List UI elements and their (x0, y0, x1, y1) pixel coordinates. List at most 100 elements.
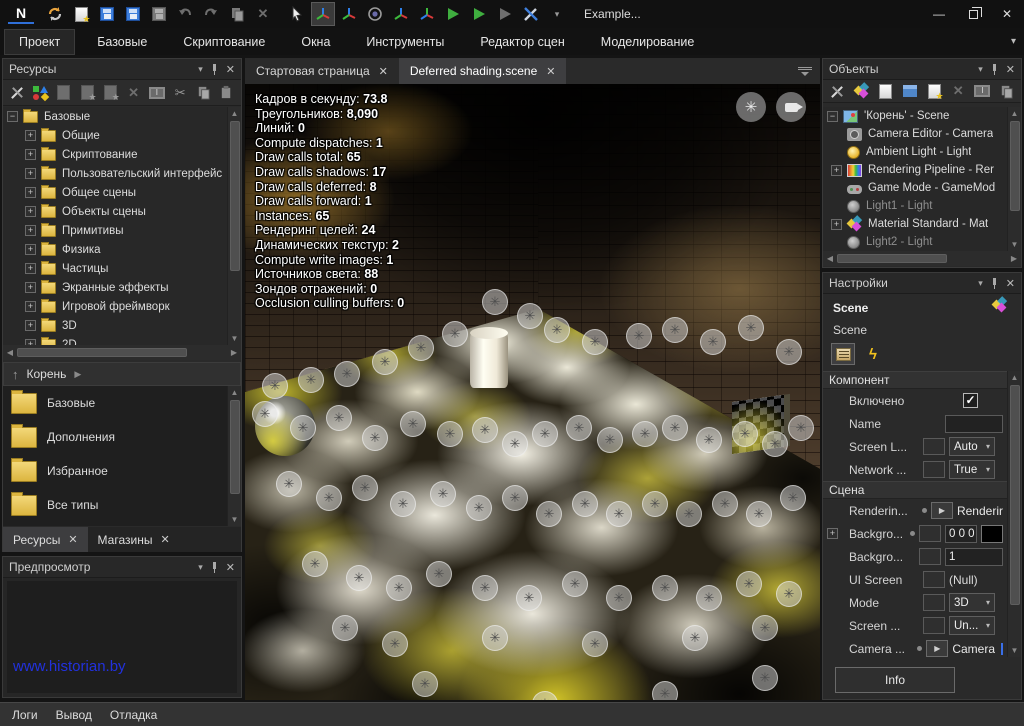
light-gizmo-icon[interactable]: ✳ (696, 427, 722, 453)
tree-row[interactable]: +Объекты сцены (3, 202, 227, 221)
menu-item-базовые[interactable]: Базовые (83, 30, 161, 54)
light-gizmo-icon[interactable]: ✳ (562, 571, 588, 597)
tree-row[interactable]: +Скриптование (3, 145, 227, 164)
expand-icon[interactable]: + (831, 165, 842, 176)
tab-ресурсы[interactable]: Ресурсы✕ (3, 527, 88, 552)
cut-icon[interactable]: ✂ (170, 82, 190, 104)
property-row[interactable]: Mode3D▾ (823, 591, 1021, 614)
property-row[interactable]: Renderin...▶Renderir (823, 499, 1021, 522)
light-gizmo-icon[interactable]: ✳ (400, 411, 426, 437)
light-gizmo-icon[interactable]: ✳ (437, 421, 463, 447)
tree-row[interactable]: −Базовые (3, 107, 227, 126)
events-mode-button[interactable]: ϟ (861, 343, 885, 365)
expand-icon[interactable]: + (25, 168, 36, 179)
scroll-left-icon[interactable]: ◀ (823, 254, 837, 263)
light-gizmo-icon[interactable]: ✳ (676, 501, 702, 527)
light-gizmo-icon[interactable]: ✳ (502, 431, 528, 457)
property-options-button[interactable] (923, 461, 945, 478)
light-gizmo-icon[interactable]: ✳ (352, 475, 378, 501)
tools-icon[interactable] (7, 82, 27, 104)
property-options-button[interactable] (919, 548, 941, 565)
tools-icon[interactable] (827, 80, 848, 102)
light-gizmo-icon[interactable]: ✳ (472, 575, 498, 601)
statusbar-item-вывод[interactable]: Вывод (56, 708, 92, 722)
tree-row[interactable]: Light1 - Light (823, 197, 1007, 215)
property-row[interactable]: Camera ...▶Camera (823, 637, 1021, 657)
light-gizmo-icon[interactable]: ✳ (696, 585, 722, 611)
delete-button[interactable]: ✕ (251, 2, 275, 26)
pin-icon[interactable] (211, 562, 218, 573)
tab-list-menu-icon[interactable] (798, 66, 812, 76)
tab-стартовая-страница[interactable]: Стартовая страница✕ (245, 58, 399, 84)
color-value-input[interactable]: 0 0 0 (945, 525, 977, 543)
expand-icon[interactable]: + (25, 320, 36, 331)
light-gizmo-icon[interactable]: ✳ (788, 415, 814, 441)
scroll-up-icon[interactable]: ▲ (228, 386, 241, 399)
dropdown[interactable]: True▾ (949, 460, 995, 479)
select-tool-button[interactable] (285, 2, 309, 26)
white-cylinder[interactable] (470, 332, 508, 388)
statusbar-item-логи[interactable]: Логи (12, 708, 38, 722)
expand-icon[interactable]: + (25, 187, 36, 198)
expand-icon[interactable]: + (831, 219, 842, 230)
light-gizmo-icon[interactable]: ✳ (386, 575, 412, 601)
save-button[interactable] (95, 2, 119, 26)
light-gizmo-icon[interactable]: ✳ (572, 491, 598, 517)
menu-chevron-icon[interactable]: ▾ (1011, 36, 1016, 47)
dropdown[interactable]: Auto▾ (949, 437, 995, 456)
copy-button[interactable] (225, 2, 249, 26)
scroll-up-icon[interactable]: ▲ (1008, 371, 1021, 384)
pin-icon[interactable] (991, 64, 998, 75)
light-gizmo-icon[interactable]: ✳ (482, 289, 508, 315)
close-icon[interactable]: ✕ (226, 63, 235, 76)
light-gizmo-icon[interactable]: ✳ (544, 317, 570, 343)
preview-link[interactable]: www.historian.by (13, 658, 126, 675)
scroll-right-icon[interactable]: ▶ (1007, 254, 1021, 263)
scroll-left-icon[interactable]: ◀ (3, 348, 17, 357)
property-row[interactable]: Network ...True▾ (823, 458, 1021, 481)
text-input[interactable]: 1 (945, 548, 1003, 566)
tab-магазины[interactable]: Магазины✕ (88, 527, 180, 552)
property-row[interactable]: Включено✓ (823, 389, 1021, 412)
list-item[interactable]: Дополнения (3, 420, 227, 454)
expand-icon[interactable]: + (25, 301, 36, 312)
app-logo[interactable]: N (8, 4, 34, 24)
save-disabled-button[interactable] (147, 2, 171, 26)
light-gizmo-icon[interactable]: ✳ (326, 405, 352, 431)
light-gizmo-icon[interactable]: ✳ (626, 323, 652, 349)
light-gizmo-icon[interactable]: ✳ (362, 425, 388, 451)
redo-button[interactable] (199, 2, 223, 26)
create-object-icon[interactable] (851, 80, 872, 102)
tree-row[interactable]: +Пользовательский интерфейс (3, 164, 227, 183)
scroll-right-icon[interactable]: ▶ (227, 348, 241, 357)
scroll-down-icon[interactable]: ▼ (228, 513, 241, 526)
expand-icon[interactable]: + (25, 263, 36, 274)
light-gizmo-icon[interactable]: ✳ (290, 415, 316, 441)
light-gizmo-icon[interactable]: ✳ (517, 303, 543, 329)
edit-icon[interactable] (54, 82, 74, 104)
light-gizmo-icon[interactable]: ✳ (372, 349, 398, 375)
light-gizmo-icon[interactable]: ✳ (276, 471, 302, 497)
property-row[interactable]: +Backgro...0 0 0 (823, 522, 1021, 545)
light-gizmo-icon[interactable]: ✳ (642, 491, 668, 517)
pin-icon[interactable] (991, 278, 998, 289)
property-row[interactable]: Backgro...1 (823, 545, 1021, 568)
resources-tree-vscrollbar[interactable]: ▲ ▼ (227, 107, 241, 345)
light-gizmo-icon[interactable]: ✳ (652, 575, 678, 601)
objects-panel-header[interactable]: Объекты ▾ ✕ (823, 59, 1021, 80)
scroll-down-icon[interactable]: ▼ (1008, 238, 1021, 251)
new-resource-button[interactable]: ★ (69, 2, 93, 26)
camera-toggle-button[interactable] (776, 92, 806, 122)
light-gizmo-icon[interactable]: ✳ (532, 421, 558, 447)
rename-icon[interactable]: I (972, 80, 993, 102)
scroll-up-icon[interactable]: ▲ (1008, 107, 1021, 120)
tree-row[interactable]: Light2 - Light (823, 233, 1007, 251)
objects-tree-hscrollbar[interactable]: ◀ ▶ (823, 251, 1021, 266)
paste-icon[interactable] (217, 82, 237, 104)
expand-icon[interactable]: + (25, 206, 36, 217)
rotate-sphere-tool-button[interactable] (363, 2, 387, 26)
close-icon[interactable]: ✕ (1006, 277, 1015, 290)
light-gizmo-icon[interactable]: ✳ (536, 501, 562, 527)
checkbox[interactable]: ✓ (963, 393, 978, 408)
minimize-button[interactable]: — (922, 0, 956, 28)
